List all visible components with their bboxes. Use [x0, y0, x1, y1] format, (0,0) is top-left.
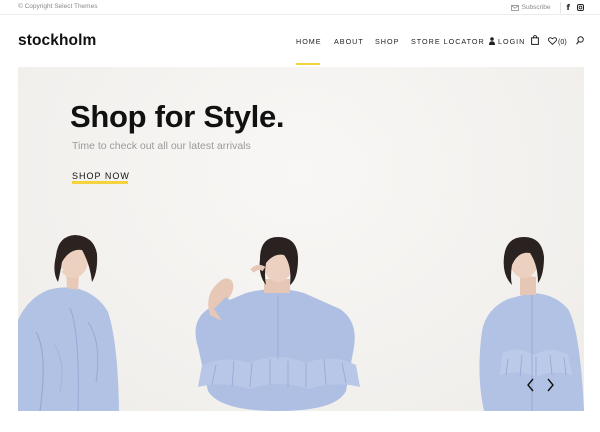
- social-links: f: [567, 3, 584, 12]
- site-header: stockholm HOME ABOUT SHOP STORE LOCATOR …: [0, 15, 600, 67]
- chevron-left-icon[interactable]: [526, 378, 535, 392]
- topbar-right: Subscribe f: [510, 2, 584, 13]
- shop-now-button[interactable]: SHOP NOW: [72, 171, 130, 181]
- nav-about[interactable]: ABOUT: [334, 37, 364, 46]
- search-icon[interactable]: [576, 36, 584, 45]
- instagram-icon[interactable]: [577, 4, 584, 11]
- shopping-bag-icon[interactable]: [531, 35, 539, 45]
- nav-active-indicator: [296, 63, 320, 65]
- nav-store-locator[interactable]: STORE LOCATOR: [411, 37, 485, 46]
- heart-icon[interactable]: [548, 37, 557, 45]
- copyright-text: © Copyright Select Themes: [18, 3, 98, 10]
- wishlist-count[interactable]: (0): [558, 37, 567, 46]
- site-logo[interactable]: stockholm: [18, 32, 96, 50]
- top-bar: © Copyright Select Themes Subscribe f: [0, 0, 600, 15]
- envelope-icon: [510, 4, 519, 11]
- chevron-right-icon[interactable]: [546, 378, 555, 392]
- facebook-icon[interactable]: f: [567, 3, 570, 12]
- hero-slider: Shop for Style. Time to check out all ou…: [18, 67, 584, 411]
- hero-subtitle: Time to check out all our latest arrival…: [72, 140, 251, 152]
- shop-now-underline: [72, 181, 128, 184]
- user-icon[interactable]: [489, 37, 495, 45]
- model-center-image: [195, 237, 360, 411]
- login-link[interactable]: LOGIN: [498, 37, 525, 46]
- subscribe-label: Subscribe: [521, 4, 551, 11]
- nav-shop[interactable]: SHOP: [375, 37, 399, 46]
- nav-home[interactable]: HOME: [296, 37, 322, 46]
- model-left-image: [18, 235, 119, 411]
- hero-title: Shop for Style.: [70, 99, 285, 134]
- subscribe-link[interactable]: Subscribe: [510, 2, 561, 13]
